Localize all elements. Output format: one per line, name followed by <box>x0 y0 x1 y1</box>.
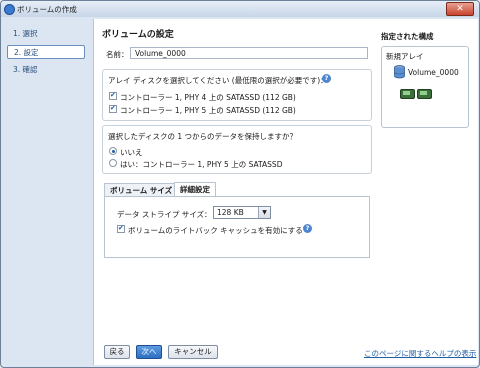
tab-volume-size[interactable]: ボリューム サイズ <box>104 183 179 196</box>
app-icon <box>4 4 15 15</box>
back-button[interactable]: 戻る <box>104 345 130 359</box>
create-volume-window: ボリュームの作成 ✕ 1. 選択 2. 設定 3. 確認 ボリュームの設定 名前… <box>0 0 480 368</box>
next-button[interactable]: 次へ <box>136 345 162 359</box>
keep-data-group: 選択したディスクの 1 つからのデータを保持しますか？ いいえ はい：コントロー… <box>102 125 372 174</box>
disk-label: コントローラー 1, PHY 4 上の SATASSD (112 GB) <box>120 93 296 102</box>
keep-data-yes-label: はい：コントローラー 1, PHY 5 上の SATASSD <box>120 160 283 169</box>
writeback-cache-checkbox[interactable] <box>117 224 125 233</box>
disk-checkbox[interactable] <box>109 104 117 113</box>
writeback-cache-label: ボリュームのライトバック キャッシュを有効にする <box>128 226 303 235</box>
disk-selection-prompt: アレイ ディスクを選択してください (最低限の選択が必要です)： <box>108 76 328 85</box>
tab-advanced-settings[interactable]: 詳細設定 <box>174 182 216 196</box>
volume-name-input[interactable]: Volume_0000 <box>130 47 368 59</box>
step-confirm[interactable]: 3. 確認 <box>7 63 85 77</box>
volume-label: Volume_0000 <box>408 68 459 77</box>
step-select[interactable]: 1. 選択 <box>7 27 85 41</box>
stripe-size-label: データ ストライプ サイズ： <box>117 210 212 219</box>
advanced-settings-panel: データ ストライプ サイズ： 128 KB ▼ ボリュームのライトバック キャッ… <box>104 196 370 258</box>
help-icon[interactable]: ? <box>322 74 331 83</box>
help-link[interactable]: このページに関するヘルプの表示 <box>364 348 476 359</box>
keep-data-prompt: 選択したディスクの 1 つからのデータを保持しますか？ <box>108 132 298 141</box>
new-array-label: 新規アレイ <box>386 52 424 61</box>
close-button[interactable]: ✕ <box>446 2 474 16</box>
main-panel: ボリュームの設定 名前： Volume_0000 アレイ ディスクを選択してくだ… <box>93 19 478 365</box>
step-configure[interactable]: 2. 設定 <box>7 45 85 59</box>
stripe-size-select[interactable]: 128 KB ▼ <box>213 206 271 219</box>
disk-label: コントローラー 1, PHY 5 上の SATASSD (112 GB) <box>120 106 296 115</box>
chevron-down-icon[interactable]: ▼ <box>258 207 270 218</box>
page-title: ボリュームの設定 <box>102 30 174 40</box>
disk-selection-group: アレイ ディスクを選択してください (最低限の選択が必要です)： ? コントロー… <box>102 69 372 121</box>
keep-data-no-label: いいえ <box>120 148 143 157</box>
volume-icon <box>394 65 405 79</box>
stripe-size-value: 128 KB <box>217 208 244 217</box>
wizard-steps: 1. 選択 2. 設定 3. 確認 <box>7 23 87 363</box>
window-title: ボリュームの作成 <box>17 5 77 14</box>
configuration-preview: 新規アレイ Volume_0000 <box>381 46 469 128</box>
ssd-icon <box>417 89 432 99</box>
keep-data-yes-radio[interactable] <box>109 159 117 167</box>
ssd-icon <box>400 89 415 99</box>
disk-checkbox[interactable] <box>109 91 117 100</box>
keep-data-no-radio[interactable] <box>109 147 117 155</box>
title-bar: ボリュームの作成 ✕ <box>1 1 479 17</box>
cancel-button[interactable]: キャンセル <box>168 345 218 359</box>
configuration-title: 指定された構成 <box>381 32 434 41</box>
help-icon[interactable]: ? <box>303 224 312 233</box>
name-label: 名前： <box>106 50 129 59</box>
